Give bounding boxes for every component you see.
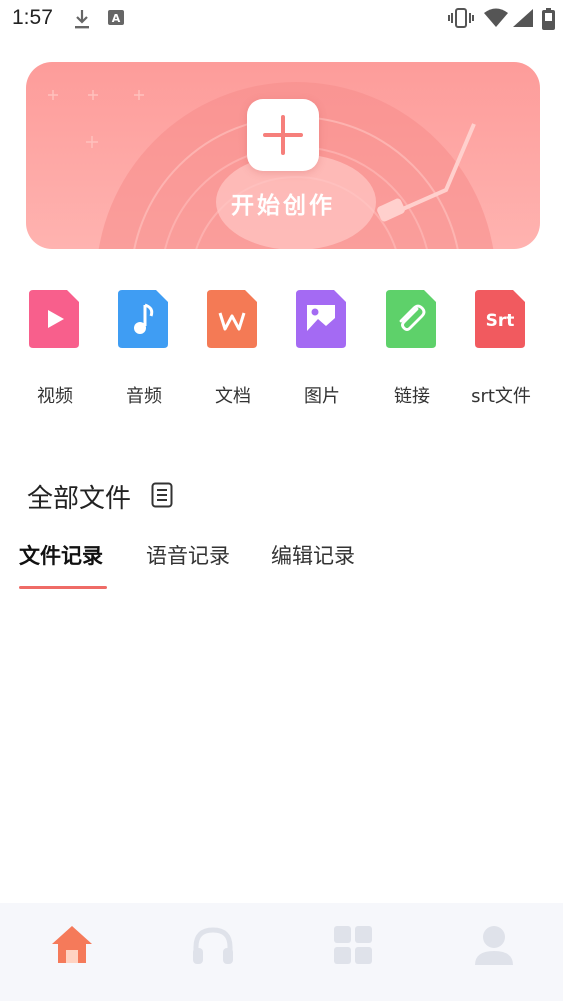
profile-icon	[475, 926, 513, 965]
video-file-icon	[29, 290, 79, 348]
nav-home[interactable]	[42, 923, 102, 969]
create-label: 开始创作	[231, 193, 335, 219]
quick-action-label: srt文件	[471, 386, 531, 407]
nav-listen[interactable]	[183, 923, 243, 969]
quick-action-document[interactable]: 文档	[188, 282, 278, 412]
svg-text:A: A	[112, 12, 121, 25]
active-tab-indicator	[19, 586, 107, 589]
bottom-nav	[0, 903, 563, 1001]
record-tabs: 文件记录 语音记录 编辑记录	[19, 536, 539, 596]
quick-action-audio[interactable]: 音频	[99, 282, 189, 412]
srt-icon-text: Srt	[486, 311, 515, 331]
quick-action-link[interactable]: 链接	[367, 282, 457, 412]
plus-icon	[263, 115, 303, 155]
nav-apps[interactable]	[323, 923, 383, 969]
signal-icon	[513, 9, 533, 27]
status-bar: 1:57 A	[0, 0, 563, 36]
audio-file-icon	[118, 290, 168, 348]
quick-action-srt[interactable]: Srt srt文件	[456, 282, 546, 412]
download-icon	[75, 10, 89, 29]
srt-file-icon: Srt	[475, 290, 525, 348]
create-banner[interactable]: 开始创作	[26, 62, 540, 249]
image-file-icon	[296, 290, 346, 348]
quick-action-video[interactable]: 视频	[10, 282, 100, 412]
quick-action-label: 音频	[126, 386, 162, 407]
tab-edit-records[interactable]: 编辑记录	[271, 540, 355, 570]
list-icon[interactable]	[151, 482, 173, 508]
quick-action-image[interactable]: 图片	[277, 282, 367, 412]
tab-file-records[interactable]: 文件记录	[19, 540, 103, 570]
grid-icon	[334, 926, 372, 964]
document-file-icon	[207, 290, 257, 348]
create-button[interactable]	[247, 99, 319, 171]
quick-action-label: 链接	[394, 386, 430, 407]
link-file-icon	[386, 290, 436, 348]
headphones-icon	[193, 927, 233, 964]
battery-icon	[542, 8, 555, 30]
font-a-icon: A	[108, 10, 124, 25]
quick-action-label: 视频	[37, 386, 73, 407]
nav-profile[interactable]	[464, 923, 524, 969]
tab-voice-records[interactable]: 语音记录	[146, 540, 230, 570]
vibrate-icon	[448, 8, 474, 28]
section-title: 全部文件	[27, 484, 132, 514]
home-icon	[52, 926, 92, 963]
quick-action-label: 文档	[215, 386, 251, 407]
quick-actions: 视频 音频 文档 图片 链接 Srt srt文件	[0, 282, 563, 412]
status-time: 1:57	[12, 6, 53, 29]
quick-action-label: 图片	[304, 386, 340, 407]
wifi-icon	[484, 8, 508, 27]
